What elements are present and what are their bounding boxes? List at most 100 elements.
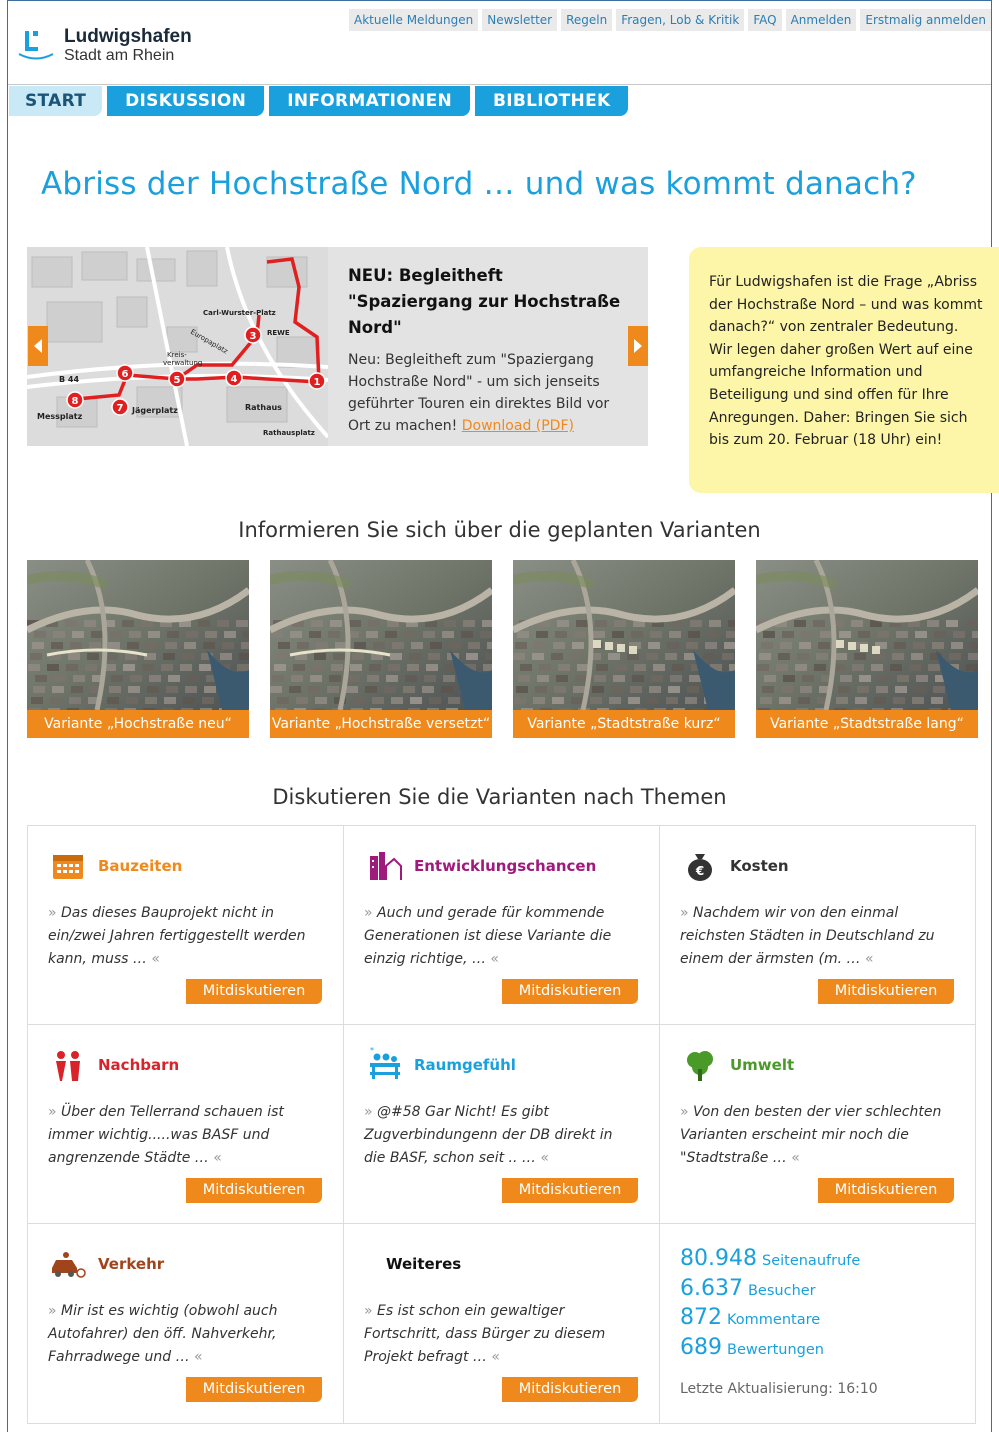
topic-quote-text: Auch und gerade für kommende Generatione… [364,905,612,967]
statistics-panel: 80.948 Seitenaufrufe 6.637 Besucher 872 Komme… [660,1224,976,1423]
top-navigation: Aktuelle Meldungen Newsletter Regeln Fra… [348,9,991,31]
mitdiskutieren-button[interactable]: Mitdiskutieren [186,1377,322,1402]
last-updated: Letzte Aktualisierung: 16:10 [680,1381,878,1397]
quote-open-mark: » [364,1104,373,1120]
topic-quote[interactable]: » Von den besten der vier schlechten Var… [680,1101,950,1170]
site-header: Ludwigshafen Stadt am Rhein Aktuelle Mel… [8,1,991,85]
people-bench-icon: * [366,1046,402,1083]
topic-label[interactable]: Bauzeiten [98,857,182,875]
quote-close-mark: « [194,1349,203,1365]
topic-label[interactable]: Nachbarn [98,1056,179,1074]
link-regeln[interactable]: Regeln [561,9,613,31]
topic-header[interactable]: Bauzeiten [50,848,182,884]
aerial-view-image [756,560,978,710]
topic-quote[interactable]: » @#58 Gar Nicht! Es gibt Zugverbindunge… [364,1101,634,1170]
svg-text:*: * [370,1047,374,1055]
topic-label[interactable]: Kosten [730,857,789,875]
variant-caption: Variante „Stadtstraße lang“ [756,710,978,738]
tab-diskussion[interactable]: DISKUSSION [107,86,265,116]
tab-start[interactable]: START [9,86,103,116]
main-navigation: START DISKUSSION INFORMATIONEN BIBLIOTHE… [9,86,629,116]
topic-quote[interactable]: » Es ist schon ein gewaltiger Fortschrit… [364,1300,634,1369]
topic-card: Entwicklungschancen » Auch und gerade für… [344,826,660,1025]
topic-header[interactable]: Umwelt [682,1047,794,1083]
topic-card: * Raumgefühl » @#58 Gar Nicht! Es gibt Zug… [344,1025,660,1224]
site-logo[interactable]: Ludwigshafen Stadt am Rhein [18,27,192,64]
download-pdf-link[interactable]: Download (PDF) [462,418,574,434]
topic-quote[interactable]: » Auch und gerade für kommende Generatio… [364,902,634,971]
mitdiskutieren-button[interactable]: Mitdiskutieren [818,1178,954,1203]
stat-item: 872 Kommentare [680,1305,860,1335]
quote-close-mark: « [151,951,160,967]
topic-label[interactable]: Weiteres [386,1255,461,1273]
svg-text:REWE: REWE [267,329,290,337]
stat-label: Bewertungen [727,1341,824,1358]
link-aktuelle-meldungen[interactable]: Aktuelle Meldungen [348,9,479,31]
variant-caption: Variante „Hochstraße neu“ [27,710,249,738]
mitdiskutieren-button[interactable]: Mitdiskutieren [502,979,638,1004]
topic-header[interactable]: * Raumgefühl [366,1046,516,1083]
mitdiskutieren-button[interactable]: Mitdiskutieren [186,979,322,1004]
topic-quote-text: Mir ist es wichtig (obwohl auch Autofahr… [48,1303,278,1365]
variant-card[interactable]: Variante „Hochstraße versetzt“ [270,560,492,738]
topic-label[interactable]: Umwelt [730,1056,794,1074]
tree-icon [682,1047,718,1083]
topic-header[interactable]: € Kosten [682,848,789,884]
quote-close-mark: « [491,1349,500,1365]
variant-card[interactable]: Variante „Stadtstraße kurz“ [513,560,735,738]
topic-quote[interactable]: » Nachdem wir von den einmal reichsten S… [680,902,950,971]
topic-label[interactable]: Raumgefühl [414,1056,516,1074]
tab-bibliothek[interactable]: BIBLIOTHEK [475,86,629,116]
arrow-left-icon [34,339,42,353]
topic-header[interactable]: Nachbarn [50,1047,179,1083]
topic-card: Nachbarn » Über den Tellerrand schauen is… [28,1025,344,1224]
aerial-view-image [513,560,735,710]
svg-text:Jägerplatz: Jägerplatz [131,406,178,415]
slider-prev-button[interactable] [28,326,48,366]
stat-item: 80.948 Seitenaufrufe [680,1246,860,1276]
topic-label[interactable]: Verkehr [98,1255,164,1273]
topic-quote-text: Über den Tellerrand schauen ist immer wi… [48,1104,284,1166]
link-newsletter[interactable]: Newsletter [482,9,558,31]
route-map-image[interactable]: Carl-Wurster-Platz REWE Kreis-verwaltung… [27,247,328,446]
mitdiskutieren-button[interactable]: Mitdiskutieren [186,1178,322,1203]
mitdiskutieren-button[interactable]: Mitdiskutieren [818,979,954,1004]
quote-close-mark: « [213,1150,222,1166]
logo-subtitle: Stadt am Rhein [64,47,175,64]
tab-informationen[interactable]: INFORMATIONEN [269,86,471,116]
mitdiskutieren-button[interactable]: Mitdiskutieren [502,1178,638,1203]
topic-quote[interactable]: » Mir ist es wichtig (obwohl auch Autofa… [48,1300,318,1369]
link-erstmalig-anmelden[interactable]: Erstmalig anmelden [860,9,991,31]
stat-number: 80.948 [680,1246,757,1271]
car-bike-icon [50,1246,86,1282]
svg-text:Messplatz: Messplatz [37,412,83,421]
topic-quote[interactable]: » Über den Tellerrand schauen ist immer … [48,1101,318,1170]
mitdiskutieren-button[interactable]: Mitdiskutieren [502,1377,638,1402]
quote-open-mark: » [680,1104,689,1120]
svg-text:1: 1 [314,377,321,388]
stat-label: Kommentare [727,1312,821,1328]
link-fragen-lob-kritik[interactable]: Fragen, Lob & Kritik [616,9,745,31]
variant-card[interactable]: Variante „Hochstraße neu“ [27,560,249,738]
stat-item: 6.637 Besucher [680,1276,860,1306]
topic-header[interactable]: Weiteres [366,1246,461,1282]
link-faq[interactable]: FAQ [748,9,782,31]
link-anmelden[interactable]: Anmelden [785,9,857,31]
page-title: Abriss der Hochstraße Nord … und was kom… [41,166,917,202]
topic-header[interactable]: Verkehr [50,1246,164,1282]
topic-quote-text: Es ist schon ein gewaltiger Fortschritt,… [364,1303,606,1365]
svg-text:5: 5 [174,375,181,386]
quote-open-mark: » [48,905,57,921]
topic-header[interactable]: Entwicklungschancen [366,848,596,884]
topic-card: € Kosten » Nachdem wir von den einmal reic… [660,826,976,1025]
topics-heading: Diskutieren Sie die Varianten nach Theme… [272,785,727,809]
quote-open-mark: » [364,905,373,921]
svg-text:Carl-Wurster-Platz: Carl-Wurster-Platz [203,309,276,317]
topic-quote[interactable]: » Das dieses Bauprojekt nicht in ein/zwe… [48,902,318,971]
topic-card: Bauzeiten » Das dieses Bauprojekt nicht i… [28,826,344,1025]
stat-number: 6.637 [680,1275,743,1301]
topic-label[interactable]: Entwicklungschancen [414,857,596,875]
aerial-view-image [27,560,249,710]
stats-list: 80.948 Seitenaufrufe 6.637 Besucher 872 Komme… [680,1246,860,1364]
variant-card[interactable]: Variante „Stadtstraße lang“ [756,560,978,738]
